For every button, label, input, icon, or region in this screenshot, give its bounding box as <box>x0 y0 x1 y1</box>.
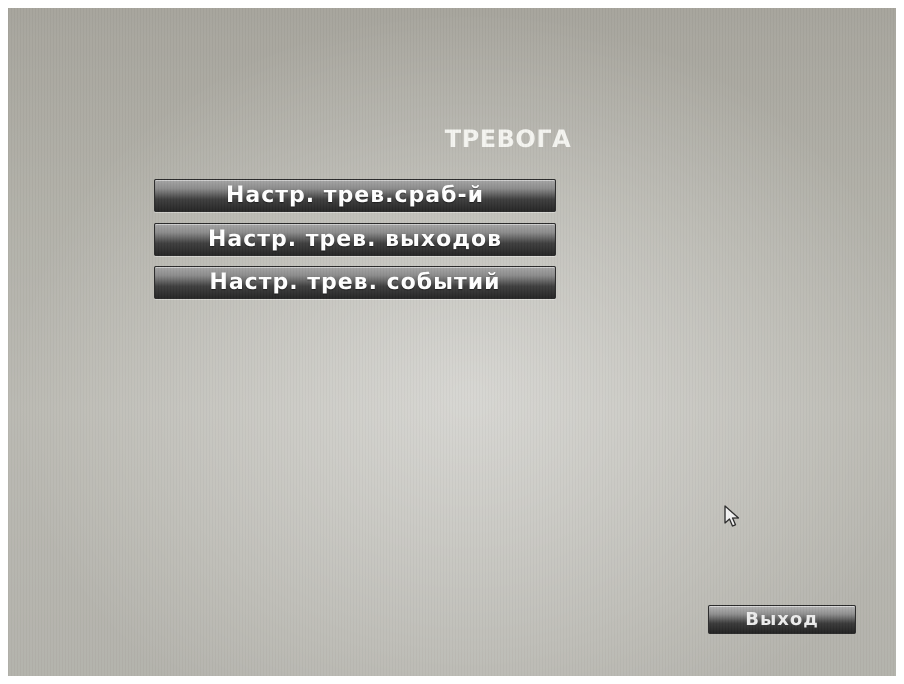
alarm-event-settings-button[interactable]: Настр. трев. событий <box>154 266 556 299</box>
exit-button[interactable]: Выход <box>708 605 856 634</box>
arrow-pointer-icon <box>724 505 740 527</box>
alarm-menu-screen: ТРЕВОГА Настр. трев.сраб-й Настр. трев. … <box>8 8 896 676</box>
alarm-trigger-settings-button[interactable]: Настр. трев.сраб-й <box>154 179 556 212</box>
menu-title: ТРЕВОГА <box>444 125 572 153</box>
alarm-output-settings-button[interactable]: Настр. трев. выходов <box>154 223 556 256</box>
